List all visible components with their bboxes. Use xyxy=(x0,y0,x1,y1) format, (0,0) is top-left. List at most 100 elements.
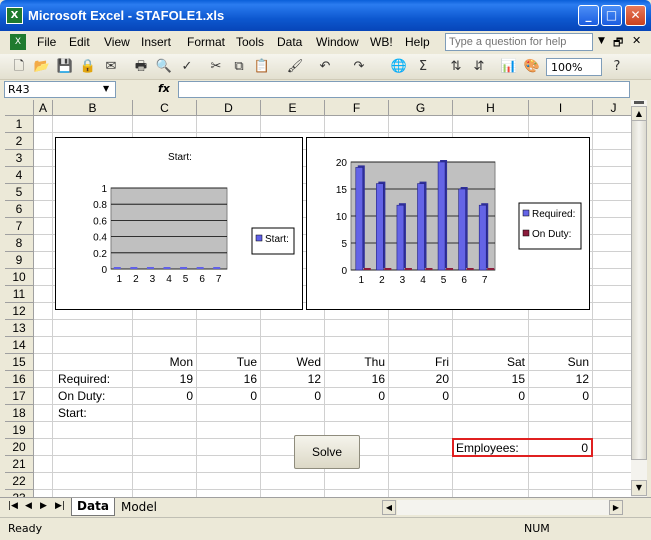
tab-model[interactable]: Model xyxy=(116,499,162,515)
onduty-value[interactable]: 0 xyxy=(197,388,260,405)
scroll-thumb[interactable] xyxy=(631,120,647,460)
column-header-b[interactable]: B xyxy=(53,100,133,116)
menu-help[interactable]: Help xyxy=(405,35,430,49)
format-painter-icon[interactable]: 🖌 xyxy=(286,58,304,76)
vertical-scrollbar[interactable]: ▲ ▼ xyxy=(631,100,647,497)
row-header-21[interactable]: 21 xyxy=(5,456,34,473)
row-header-16[interactable]: 16 xyxy=(5,371,34,388)
row-header-14[interactable]: 14 xyxy=(5,337,34,354)
workbook-icon[interactable]: X xyxy=(10,34,26,50)
sort-ascending-icon[interactable]: ⇅ xyxy=(447,58,465,76)
column-header-a[interactable]: A xyxy=(34,100,53,116)
horizontal-scrollbar[interactable] xyxy=(397,500,609,515)
restore-workbook-icon[interactable]: 🗗 xyxy=(613,34,623,53)
required-value[interactable]: 15 xyxy=(453,371,528,388)
open-icon[interactable]: 📂 xyxy=(33,58,51,76)
row-header-22[interactable]: 22 xyxy=(5,473,34,490)
required-value[interactable]: 12 xyxy=(529,371,592,388)
help-search-input[interactable] xyxy=(445,33,593,51)
required-value[interactable]: 12 xyxy=(261,371,324,388)
day-header[interactable]: Sun xyxy=(529,354,592,371)
row-header-13[interactable]: 13 xyxy=(5,320,34,337)
row-header-10[interactable]: 10 xyxy=(5,269,34,286)
new-icon[interactable]: 🗋 xyxy=(10,58,28,76)
sort-descending-icon[interactable]: ⇵ xyxy=(470,58,488,76)
copy-icon[interactable]: ⧉ xyxy=(230,58,248,76)
row-header-20[interactable]: 20 xyxy=(5,439,34,456)
spelling-icon[interactable]: ✓ xyxy=(178,58,196,76)
menu-view[interactable]: View xyxy=(104,35,130,49)
row-header-6[interactable]: 6 xyxy=(5,201,34,218)
minimize-button[interactable]: _ xyxy=(578,5,599,26)
start-label[interactable]: Start: xyxy=(58,405,133,422)
onduty-value[interactable]: 0 xyxy=(261,388,324,405)
next-sheet-icon[interactable]: ▶ xyxy=(40,501,47,511)
solve-button[interactable]: Solve xyxy=(294,435,360,469)
onduty-value[interactable]: 0 xyxy=(389,388,452,405)
save-icon[interactable]: 💾 xyxy=(56,58,74,76)
print-icon[interactable]: 🖶 xyxy=(132,58,150,76)
row-header-12[interactable]: 12 xyxy=(5,303,34,320)
row-header-3[interactable]: 3 xyxy=(5,150,34,167)
column-header-d[interactable]: D xyxy=(197,100,261,116)
name-box[interactable]: R43 xyxy=(4,81,116,98)
required-value[interactable]: 19 xyxy=(133,371,196,388)
hscroll-left-icon[interactable]: ◀ xyxy=(382,500,396,515)
redo-icon[interactable]: ↷ xyxy=(350,58,368,76)
help-icon[interactable]: ? xyxy=(608,58,626,76)
insert-function-icon[interactable]: fx xyxy=(158,82,170,95)
required-onduty-chart[interactable]: 0 5 10 15 20 1 2 3 4 5 6 7 Required: On Duty: xyxy=(306,137,590,310)
onduty-label[interactable]: On Duty: xyxy=(58,388,133,405)
row-header-19[interactable]: 19 xyxy=(5,422,34,439)
employees-box[interactable]: Employees: 0 xyxy=(452,438,593,457)
worksheet-grid[interactable]: ABCDEFGHIJ 1 2 3 4 5 6 7 8 9 10 11 12 13 14 15 16 17 18 19… xyxy=(5,100,631,497)
day-header[interactable]: Mon xyxy=(133,354,196,371)
day-header[interactable]: Thu xyxy=(325,354,388,371)
prev-sheet-icon[interactable]: ◀ xyxy=(25,501,32,511)
close-button[interactable]: ✕ xyxy=(625,5,646,26)
row-header-9[interactable]: 9 xyxy=(5,252,34,269)
menu-wb[interactable]: WB! xyxy=(370,35,393,49)
maximize-button[interactable]: □ xyxy=(601,5,622,26)
print-preview-icon[interactable]: 🔍 xyxy=(155,58,173,76)
row-header-15[interactable]: 15 xyxy=(5,354,34,371)
formula-input[interactable] xyxy=(178,81,630,98)
column-header-e[interactable]: E xyxy=(261,100,325,116)
autosum-icon[interactable]: Σ xyxy=(414,58,432,76)
select-all-corner[interactable] xyxy=(5,100,34,116)
row-header-18[interactable]: 18 xyxy=(5,405,34,422)
menu-tools[interactable]: Tools xyxy=(236,35,264,49)
column-header-c[interactable]: C xyxy=(133,100,197,116)
row-header-7[interactable]: 7 xyxy=(5,218,34,235)
menu-window[interactable]: Window xyxy=(316,35,359,49)
start-chart[interactable]: 00.20.40.60.811 2 3 4 5 6 7Start:Start: xyxy=(55,137,303,310)
onduty-value[interactable]: 0 xyxy=(325,388,388,405)
last-sheet-icon[interactable]: ▶| xyxy=(55,501,65,511)
row-header-1[interactable]: 1 xyxy=(5,116,34,133)
menu-format[interactable]: Format xyxy=(187,35,225,49)
menu-edit[interactable]: Edit xyxy=(69,35,90,49)
day-header[interactable]: Sat xyxy=(453,354,528,371)
row-header-11[interactable]: 11 xyxy=(5,286,34,303)
column-header-i[interactable]: I xyxy=(529,100,593,116)
chart-wizard-icon[interactable]: 📊 xyxy=(500,58,518,76)
scroll-down-icon[interactable]: ▼ xyxy=(631,480,647,496)
hscroll-right-icon[interactable]: ▶ xyxy=(609,500,623,515)
row-header-4[interactable]: 4 xyxy=(5,167,34,184)
menu-data[interactable]: Data xyxy=(277,35,302,49)
cut-icon[interactable]: ✂ xyxy=(207,58,225,76)
row-header-17[interactable]: 17 xyxy=(5,388,34,405)
required-label[interactable]: Required: xyxy=(58,371,133,388)
day-header[interactable]: Tue xyxy=(197,354,260,371)
split-box[interactable] xyxy=(634,101,644,104)
hyperlink-icon[interactable]: 🌐 xyxy=(390,58,408,76)
tab-data[interactable]: Data xyxy=(71,498,115,516)
column-header-h[interactable]: H xyxy=(453,100,529,116)
row-header-2[interactable]: 2 xyxy=(5,133,34,150)
day-header[interactable]: Wed xyxy=(261,354,324,371)
menu-insert[interactable]: Insert xyxy=(141,35,171,49)
required-value[interactable]: 16 xyxy=(325,371,388,388)
day-header[interactable]: Fri xyxy=(389,354,452,371)
row-header-8[interactable]: 8 xyxy=(5,235,34,252)
onduty-value[interactable]: 0 xyxy=(453,388,528,405)
